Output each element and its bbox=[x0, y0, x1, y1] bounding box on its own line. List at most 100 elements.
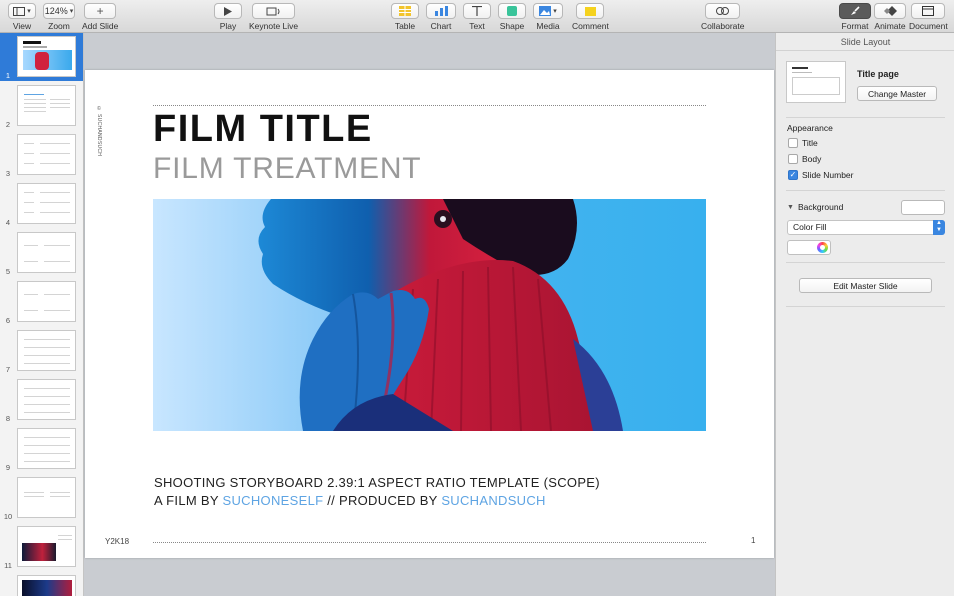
table-label: Table bbox=[394, 21, 416, 31]
film-by-prefix: A FILM BY bbox=[154, 493, 223, 508]
text-control[interactable]: Text bbox=[463, 3, 491, 31]
collaborate-control[interactable]: Collaborate bbox=[701, 3, 744, 31]
chart-icon bbox=[434, 6, 448, 16]
slide-navigator: 1 2 3 4 5 6 7 8 9 10 11 bbox=[0, 33, 84, 596]
comment-control[interactable]: Comment bbox=[572, 3, 609, 31]
top-dotted-rule bbox=[153, 105, 706, 106]
chart-control[interactable]: Chart bbox=[426, 3, 456, 31]
shape-label: Shape bbox=[499, 21, 525, 31]
credit-text[interactable]: © SUCHANDSUCH bbox=[96, 106, 102, 156]
shape-control[interactable]: Shape bbox=[498, 3, 526, 31]
hero-photo[interactable] bbox=[153, 199, 706, 431]
slide-preview bbox=[17, 477, 76, 518]
table-control[interactable]: Table bbox=[391, 3, 419, 31]
background-color-swatch[interactable] bbox=[901, 200, 945, 215]
zoom-label: Zoom bbox=[48, 21, 70, 31]
slide[interactable]: © SUCHANDSUCH FILM TITLE FILM TREATMENT bbox=[85, 70, 774, 558]
play-button[interactable] bbox=[214, 3, 242, 19]
slide-thumbnail-8[interactable]: 8 bbox=[0, 376, 83, 424]
background-heading: Background bbox=[797, 202, 844, 212]
background-disclosure[interactable]: ▼ Background bbox=[787, 202, 843, 212]
title-checkbox-row[interactable]: Title bbox=[788, 138, 818, 148]
body-checkbox-row[interactable]: Body bbox=[788, 154, 821, 164]
slide-preview bbox=[17, 575, 76, 596]
keynote-live-button[interactable] bbox=[252, 3, 296, 19]
slide-thumbnail-12[interactable] bbox=[0, 572, 83, 596]
play-icon bbox=[224, 6, 232, 16]
zoom-value: 124% bbox=[44, 6, 68, 16]
table-button[interactable] bbox=[391, 3, 419, 19]
slide-number-checkbox-row[interactable]: ✓ Slide Number bbox=[788, 170, 854, 180]
slide-thumbnail-6[interactable]: 6 bbox=[0, 278, 83, 326]
color-well[interactable] bbox=[787, 240, 831, 255]
slide-number-checkbox[interactable]: ✓ bbox=[788, 170, 798, 180]
add-slide-button[interactable]: + bbox=[84, 3, 117, 19]
slide-thumbnail-4[interactable]: 4 bbox=[0, 180, 83, 228]
color-wheel-icon[interactable] bbox=[817, 242, 828, 253]
slide-number: 8 bbox=[5, 414, 11, 423]
slide-preview bbox=[17, 134, 76, 175]
slide-number: 1 bbox=[5, 71, 11, 80]
document-icon bbox=[922, 6, 935, 16]
bottom-dotted-rule bbox=[153, 542, 706, 543]
slide-thumbnail-1[interactable]: 1 bbox=[0, 33, 83, 81]
fill-type-select[interactable]: Color Fill ▲ ▼ bbox=[787, 220, 945, 235]
slide-number: 3 bbox=[5, 169, 11, 178]
chart-label: Chart bbox=[430, 21, 452, 31]
chevron-down-icon: ▾ bbox=[553, 8, 557, 15]
image-icon bbox=[539, 6, 552, 16]
media-button[interactable]: ▾ bbox=[533, 3, 563, 19]
slide-preview bbox=[17, 379, 76, 420]
slide-number: 11 bbox=[4, 561, 12, 570]
slide-subtitle[interactable]: FILM TREATMENT bbox=[153, 154, 421, 184]
document-label: Document bbox=[909, 21, 948, 31]
edit-master-slide-button[interactable]: Edit Master Slide bbox=[799, 278, 932, 293]
title-checkbox[interactable] bbox=[788, 138, 798, 148]
media-label: Media bbox=[536, 21, 560, 31]
collaborate-button[interactable] bbox=[705, 3, 741, 19]
format-button[interactable] bbox=[839, 3, 871, 19]
slide-description[interactable]: SHOOTING STORYBOARD 2.39:1 ASPECT RATIO … bbox=[154, 474, 600, 510]
slide-number: 7 bbox=[5, 365, 11, 374]
slide-thumbnail-9[interactable]: 9 bbox=[0, 425, 83, 473]
slide-thumbnail-2[interactable]: 2 bbox=[0, 82, 83, 130]
shape-button[interactable] bbox=[498, 3, 526, 19]
producer-name: SUCHANDSUCH bbox=[441, 493, 546, 508]
slide-thumbnail-7[interactable]: 7 bbox=[0, 327, 83, 375]
slide-thumbnail-5[interactable]: 5 bbox=[0, 229, 83, 277]
slide-title[interactable]: FILM TITLE bbox=[153, 110, 373, 148]
slide-number: 10 bbox=[3, 512, 13, 521]
text-button[interactable] bbox=[463, 3, 491, 19]
slide-thumbnail-3[interactable]: 3 bbox=[0, 131, 83, 179]
document-button[interactable] bbox=[911, 3, 946, 19]
format-control[interactable]: Format bbox=[839, 3, 871, 31]
slide-code[interactable]: Y2K18 bbox=[105, 537, 129, 546]
animate-button[interactable] bbox=[874, 3, 906, 19]
select-arrows-icon: ▲ ▼ bbox=[933, 220, 945, 235]
play-control[interactable]: Play bbox=[214, 3, 242, 31]
slide-thumbnail-10[interactable]: 10 bbox=[0, 474, 83, 522]
add-slide-control[interactable]: + Add Slide bbox=[82, 3, 118, 31]
fill-type-value: Color Fill bbox=[793, 222, 827, 232]
document-control[interactable]: Document bbox=[909, 3, 948, 31]
comment-label: Comment bbox=[572, 21, 609, 31]
change-master-button[interactable]: Change Master bbox=[857, 86, 937, 101]
view-button[interactable]: ▾ bbox=[8, 3, 36, 19]
slide-preview bbox=[17, 330, 76, 371]
slide-preview bbox=[17, 281, 76, 322]
comment-button[interactable] bbox=[576, 3, 605, 19]
slide-preview bbox=[17, 36, 76, 77]
media-control[interactable]: ▾ Media bbox=[533, 3, 563, 31]
master-name: Title page bbox=[857, 69, 899, 79]
text-label: Text bbox=[469, 21, 485, 31]
keynote-live-control[interactable]: Keynote Live bbox=[249, 3, 298, 31]
slide-thumbnail-11[interactable]: 11 bbox=[0, 523, 83, 571]
animate-control[interactable]: Animate bbox=[874, 3, 906, 31]
body-checkbox[interactable] bbox=[788, 154, 798, 164]
chart-button[interactable] bbox=[426, 3, 456, 19]
master-thumbnail[interactable] bbox=[786, 61, 846, 103]
zoom-select[interactable]: 124% ▾ bbox=[43, 3, 75, 19]
zoom-control[interactable]: 124% ▾ Zoom bbox=[43, 3, 75, 31]
view-control[interactable]: ▾ View bbox=[8, 3, 36, 31]
slide-number-footer[interactable]: 1 bbox=[751, 536, 755, 545]
